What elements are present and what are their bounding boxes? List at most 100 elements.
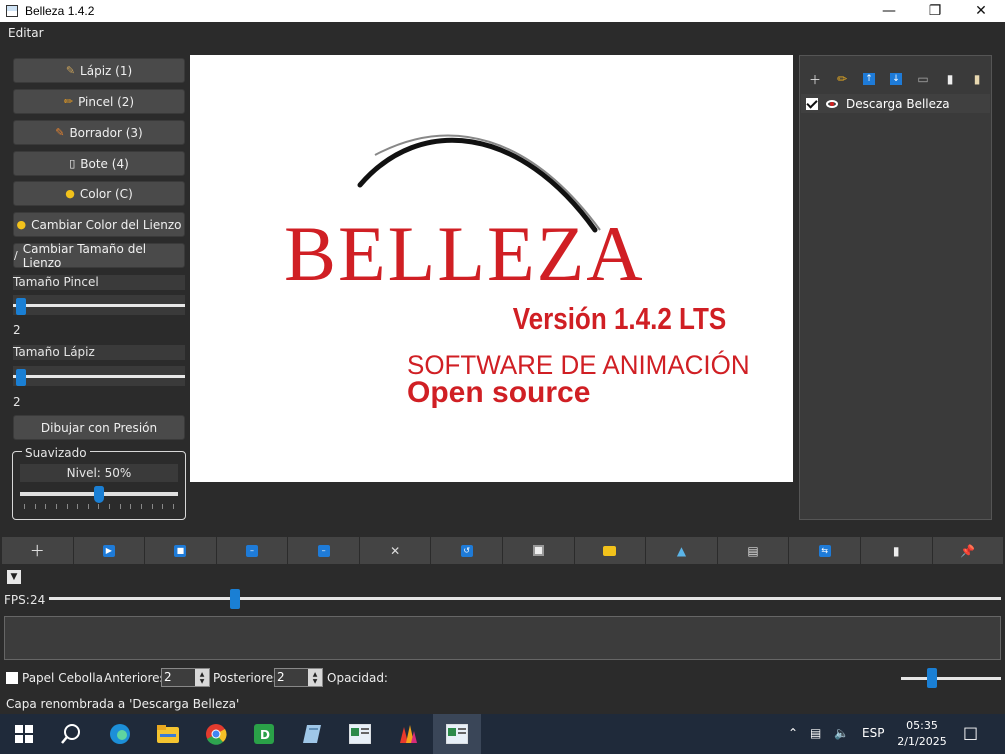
before-spinbox[interactable]: 2 ▲ ▼: [161, 668, 210, 687]
delete-frame-icon: ✕: [390, 543, 401, 558]
opacity-label: Opacidad:: [327, 671, 388, 685]
layer-item[interactable]: Descarga Belleza: [801, 94, 990, 113]
tray-chevron-icon[interactable]: ⌃: [788, 726, 798, 740]
move-down-icon[interactable]: ↓: [887, 70, 905, 88]
smoothing-ticks: [24, 504, 174, 509]
pressure-draw-button[interactable]: Dibujar con Presión: [13, 415, 185, 440]
loop-icon: ↺: [460, 544, 473, 557]
edge-icon[interactable]: [108, 722, 132, 746]
next-frame-button[interactable]: –: [288, 537, 359, 564]
change-canvas-color-label: Cambiar Color del Lienzo: [31, 217, 182, 232]
color-tool-button[interactable]: ● Color (C): [13, 181, 185, 206]
close-button[interactable]: ✕: [958, 0, 1004, 22]
resize-icon: ∕: [14, 249, 18, 262]
clapper-icon: ▤: [747, 543, 759, 558]
open-icon: [603, 545, 617, 556]
notifications-icon[interactable]: □: [963, 723, 978, 742]
belleza-app-icon[interactable]: [348, 722, 372, 746]
eye-icon[interactable]: [826, 99, 838, 108]
app-d-icon[interactable]: D: [252, 722, 276, 746]
logo-title: BELLEZA: [284, 210, 645, 297]
change-canvas-size-label: Cambiar Tamaño del Lienzo: [22, 241, 147, 270]
spin-arrows-icon[interactable]: ▲ ▼: [308, 669, 322, 686]
stop-button[interactable]: ■: [145, 537, 216, 564]
window-title: Belleza 1.4.2: [25, 4, 95, 18]
eraser-icon: ✎: [55, 126, 65, 139]
smoothing-handle[interactable]: [94, 486, 104, 503]
prev-frame-button[interactable]: –: [216, 537, 288, 564]
volume-icon[interactable]: 🔈: [834, 726, 849, 740]
change-canvas-size-button[interactable]: ∕ Cambiar Tamaño del Lienzo: [13, 241, 185, 270]
network-icon[interactable]: ▤: [810, 726, 821, 740]
file-explorer-icon[interactable]: [156, 722, 180, 746]
brush-size-handle[interactable]: [16, 298, 26, 315]
add-layer-icon[interactable]: ＋: [806, 70, 824, 88]
pencil-size-slider[interactable]: [13, 366, 185, 386]
chrome-icon[interactable]: [204, 722, 228, 746]
palette-icon: ●: [65, 187, 75, 200]
smoothing-title: Suavizado: [22, 446, 90, 460]
collapse-toggle[interactable]: ▼: [7, 570, 21, 584]
taskbar: D ⌃ ▤ 🔈 ESP 05:35 2/1/2025 □: [0, 714, 1005, 754]
save-icon: [532, 545, 544, 556]
timeline-toolbar: ＋ ▶ ■ – – ✕ ↺ ▲ ▤ ⇆ ▮ 📌: [2, 537, 1004, 564]
frames-area[interactable]: [4, 616, 1001, 660]
play-button[interactable]: ▶: [73, 537, 145, 564]
restore-button[interactable]: ❐: [912, 0, 958, 22]
pencil-size-handle[interactable]: [16, 369, 26, 386]
language-indicator[interactable]: ESP: [862, 726, 884, 740]
after-value: 2: [277, 670, 285, 684]
menu-editar[interactable]: Editar: [8, 26, 44, 40]
layers-panel: [799, 55, 992, 520]
onion-skin-checkbox[interactable]: [6, 672, 18, 684]
after-spinbox[interactable]: 2 ▲ ▼: [274, 668, 323, 687]
pin-button[interactable]: 📌: [932, 537, 1004, 564]
version-text: Versión 1.4.2 LTS: [513, 302, 727, 337]
paste-layer-icon[interactable]: ▮: [968, 70, 986, 88]
belleza-running-icon[interactable]: [445, 722, 469, 746]
open-button[interactable]: [574, 537, 646, 564]
export-button[interactable]: ▲: [646, 537, 717, 564]
app-icon: [6, 5, 18, 17]
bucket-tool-button[interactable]: ▯ Bote (4): [13, 151, 185, 176]
brush-size-value: 2: [13, 323, 21, 337]
search-icon[interactable]: [59, 722, 83, 746]
save-button[interactable]: [503, 537, 574, 564]
notes-app-icon[interactable]: [300, 722, 324, 746]
delete-frame-button[interactable]: ✕: [359, 537, 431, 564]
brush-size-slider[interactable]: [13, 295, 185, 315]
brush-tool-button[interactable]: ✏ Pincel (2): [13, 89, 185, 114]
play-icon: ▶: [102, 544, 115, 557]
brush-tool-label: Pincel (2): [78, 94, 135, 109]
move-up-icon[interactable]: ↑: [860, 70, 878, 88]
clock-date: 2/1/2025: [897, 735, 947, 748]
fps-handle[interactable]: [230, 589, 240, 609]
delete-layer-icon[interactable]: ▭: [914, 70, 932, 88]
drawing-canvas[interactable]: BELLEZA Versión 1.4.2 LTS SOFTWARE DE AN…: [190, 55, 793, 482]
fps-label: FPS:: [4, 593, 30, 607]
loop-button[interactable]: ↺: [431, 537, 503, 564]
rename-layer-icon[interactable]: ✏: [833, 70, 851, 88]
layer-checkbox[interactable]: [806, 97, 818, 110]
menu-bar: Editar: [0, 22, 1005, 44]
change-canvas-color-button[interactable]: ● Cambiar Color del Lienzo: [13, 212, 185, 237]
pencil-tool-button[interactable]: ✎ Lápiz (1): [13, 58, 185, 83]
add-frame-icon: ＋: [29, 542, 45, 560]
spin-arrows-icon[interactable]: ▲ ▼: [195, 669, 209, 686]
office-app-icon[interactable]: [396, 722, 420, 746]
clock[interactable]: 05:35 2/1/2025: [894, 718, 950, 750]
fps-slider[interactable]: [49, 597, 1001, 600]
add-frame-button[interactable]: ＋: [2, 537, 73, 564]
opacity-handle[interactable]: [927, 668, 937, 688]
clipboard-button[interactable]: ▮: [860, 537, 932, 564]
duplicate-layer-icon[interactable]: ▮: [941, 70, 959, 88]
windows-start-icon[interactable]: [12, 722, 36, 746]
minimize-button[interactable]: —: [866, 0, 912, 22]
clapper-button[interactable]: ▤: [717, 537, 789, 564]
brush-icon: ✏: [63, 95, 74, 108]
opacity-slider[interactable]: [901, 677, 1001, 680]
sync-button[interactable]: ⇆: [789, 537, 860, 564]
svg-text:D: D: [260, 728, 270, 742]
prev-frame-icon: –: [246, 544, 259, 557]
eraser-tool-button[interactable]: ✎ Borrador (3): [13, 120, 185, 145]
